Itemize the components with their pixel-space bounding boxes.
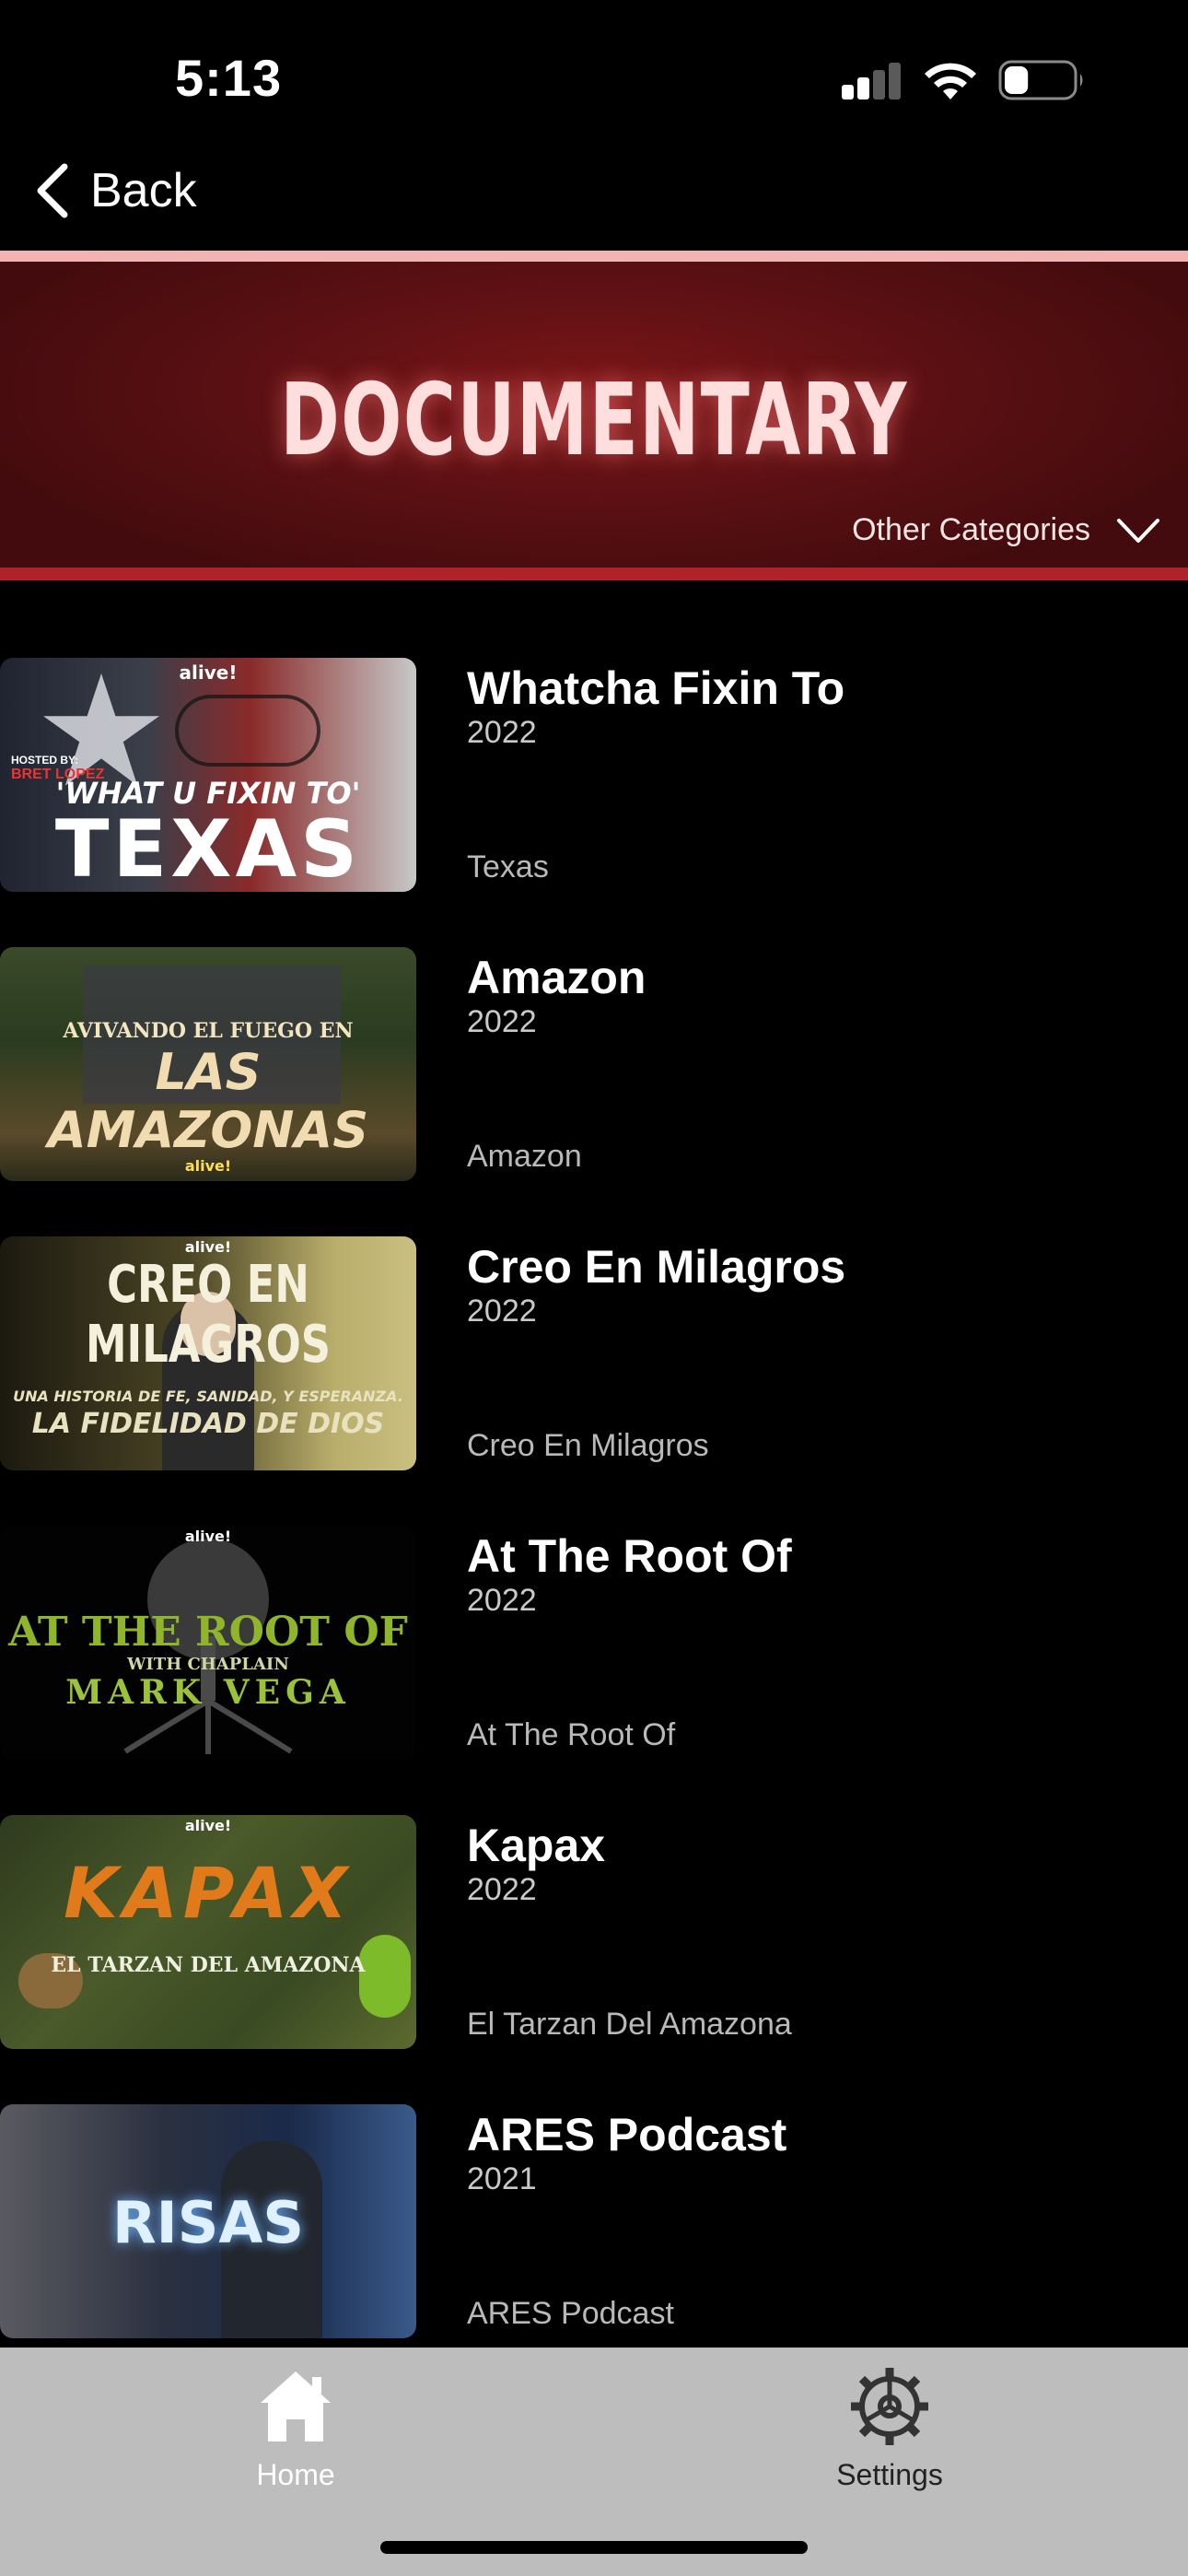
category-title: DOCUMENTARY <box>280 363 908 478</box>
thumbnail-image: alive! KAPAX EL TARZAN DEL AMAZONA <box>0 1815 416 2049</box>
item-subtitle: El Tarzan Del Amazona <box>467 2007 792 2042</box>
item-subtitle: At The Root Of <box>467 1717 676 1752</box>
motorcycle-graphic <box>175 695 320 767</box>
item-subtitle: Texas <box>467 849 549 884</box>
item-year: 2021 <box>467 2161 537 2196</box>
item-title: Creo En Milagros <box>467 1241 846 1293</box>
thumbnail-text: WITH CHAPLAIN <box>127 1655 289 1674</box>
thumbnail-badge: alive! <box>184 1528 232 1545</box>
thumbnail-image: RISAS <box>0 2104 416 2338</box>
item-year: 2022 <box>467 1004 537 1039</box>
item-title: ARES Podcast <box>467 2109 787 2160</box>
list-item[interactable]: alive! HOSTED BY: BRET LOPEZ 'WHAT U FIX… <box>0 658 1188 892</box>
wifi-icon <box>925 63 976 100</box>
item-year: 2022 <box>467 1583 537 1618</box>
thumbnail-image: alive! HOSTED BY: BRET LOPEZ 'WHAT U FIX… <box>0 658 416 892</box>
item-title: Amazon <box>467 952 646 1003</box>
home-indicator <box>380 2541 808 2554</box>
tab-home[interactable]: Home <box>176 2364 415 2521</box>
thumbnail-image: alive! AT THE ROOT OF WITH CHAPLAIN MARK… <box>0 1526 416 1760</box>
item-year: 2022 <box>467 1872 537 1907</box>
item-title: Kapax <box>467 1820 606 1871</box>
item-year: 2022 <box>467 715 537 750</box>
back-button[interactable]: Back <box>33 158 197 223</box>
list-item[interactable]: alive! AVIVANDO EL FUEGO EN LAS AMAZONAS… <box>0 947 1188 1181</box>
thumbnail-text: RISAS <box>111 2189 305 2256</box>
item-subtitle: ARES Podcast <box>467 2296 674 2331</box>
item-title: At The Root Of <box>467 1530 792 1582</box>
thumbnail-badge: alive! <box>184 1238 232 1256</box>
status-bar: 5:13 <box>0 0 1188 157</box>
list-item[interactable]: alive! AT THE ROOT OF WITH CHAPLAIN MARK… <box>0 1526 1188 1760</box>
thumbnail-text: EL TARZAN DEL AMAZONA <box>51 1953 366 1977</box>
battery-icon <box>998 60 1083 100</box>
thumbnail-text: AVIVANDO EL FUEGO EN <box>63 1019 354 1043</box>
thumbnail-text: LAS AMAZONAS <box>47 1043 369 1159</box>
tab-settings[interactable]: Settings <box>770 2364 1009 2521</box>
other-categories-dropdown[interactable]: Other Categories <box>852 512 1160 548</box>
banner-bottom-line <box>0 568 1188 580</box>
status-time: 5:13 <box>175 49 283 107</box>
thumbnail-badge: alive! <box>184 1817 232 1834</box>
chevron-down-icon <box>1117 518 1159 543</box>
thumbnail-image: alive! AVIVANDO EL FUEGO EN LAS AMAZONAS <box>0 947 416 1181</box>
category-banner: DOCUMENTARY Other Categories <box>0 262 1188 568</box>
item-subtitle: Amazon <box>467 1139 582 1174</box>
cellular-signal-icon <box>842 63 903 100</box>
thumbnail-badge: alive! <box>179 662 238 684</box>
list-item[interactable]: alive! KAPAX EL TARZAN DEL AMAZONA Kapax… <box>0 1815 1188 2049</box>
other-categories-label: Other Categories <box>852 512 1090 547</box>
thumbnail-text: TEXAS <box>54 803 362 892</box>
item-year: 2022 <box>467 1294 537 1329</box>
chevron-left-icon <box>37 163 68 218</box>
thumbnail-image: alive! CREO EN MILAGROS UNA HISTORIA DE … <box>0 1236 416 1470</box>
thumbnail-host-label: HOSTED BY: <box>11 754 79 767</box>
banner-top-line <box>0 251 1188 262</box>
list-item[interactable]: RISAS ARES Podcast 2021 ARES Podcast <box>0 2104 1188 2338</box>
gear-icon <box>851 2368 928 2445</box>
item-title: Whatcha Fixin To <box>467 662 845 714</box>
thumbnail-text: AT THE ROOT OF <box>8 1609 408 1656</box>
tab-home-label: Home <box>256 2458 335 2491</box>
list-item[interactable]: alive! CREO EN MILAGROS UNA HISTORIA DE … <box>0 1236 1188 1470</box>
thumbnail-text: UNA HISTORIA DE FE, SANIDAD, Y ESPERANZA… <box>13 1388 403 1405</box>
thumbnail-text: MARK VEGA <box>65 1673 351 1712</box>
thumbnail-text: LA FIDELIDAD DE DIOS <box>31 1408 385 1440</box>
item-subtitle: Creo En Milagros <box>467 1428 709 1463</box>
thumbnail-text: KAPAX <box>64 1852 353 1934</box>
thumbnail-text: CREO EN MILAGROS <box>85 1255 332 1375</box>
tab-settings-label: Settings <box>836 2458 943 2491</box>
house-icon <box>261 2371 331 2441</box>
thumbnail-badge: alive! <box>184 1157 232 1175</box>
back-label: Back <box>90 164 197 217</box>
